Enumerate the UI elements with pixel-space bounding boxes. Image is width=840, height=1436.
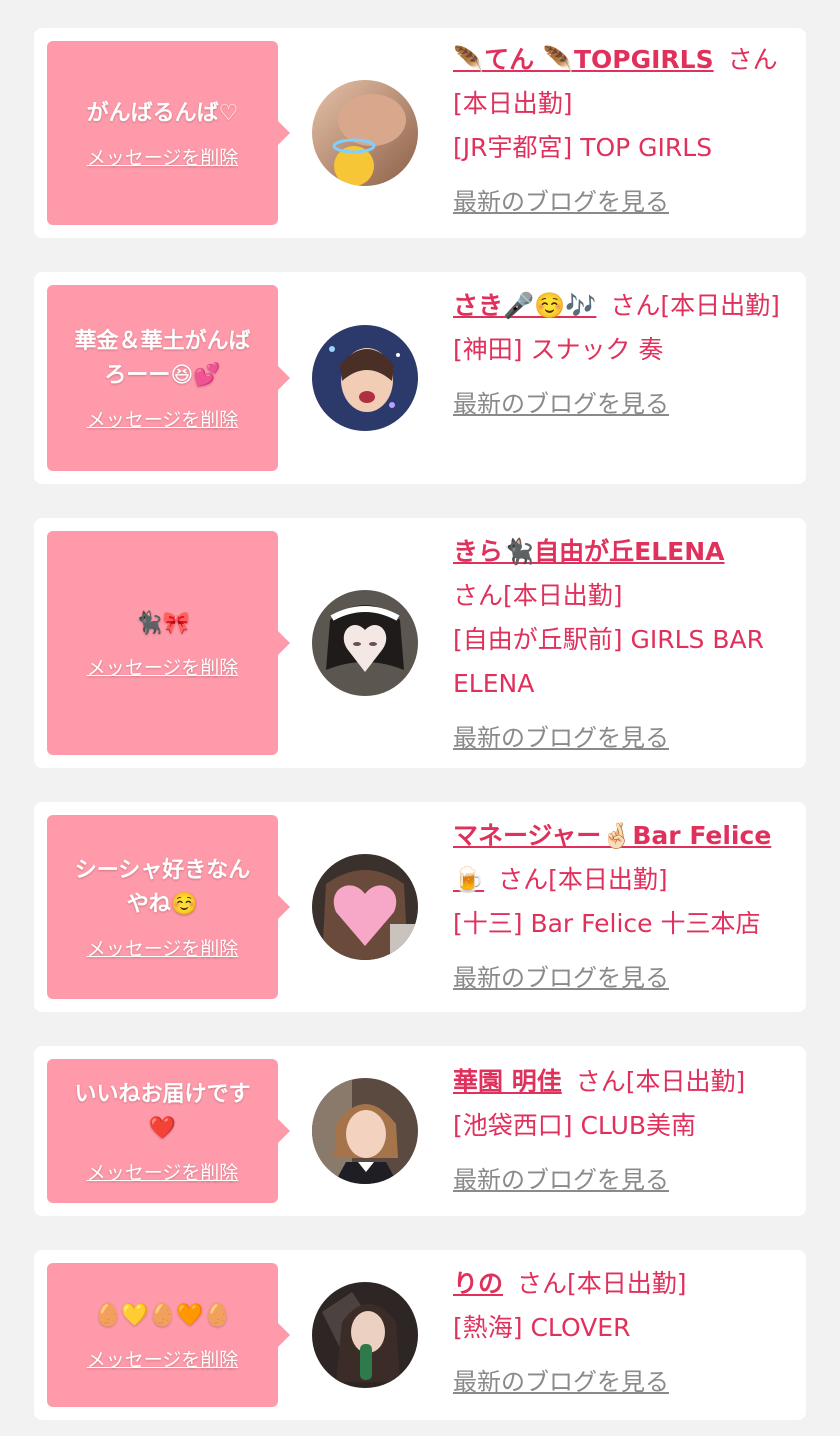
avatar[interactable] bbox=[312, 325, 418, 431]
latest-blog-link[interactable]: 最新のブログを見る bbox=[453, 716, 669, 760]
delete-message-link[interactable]: メッセージを削除 bbox=[87, 143, 239, 170]
cast-name-link[interactable]: きら🐈‍⬛自由が丘ELENA bbox=[453, 537, 725, 566]
cast-name-link[interactable]: さき🎤☺️🎶 bbox=[453, 291, 596, 320]
message-bubble: いいねお届けです ❤️ メッセージを削除 bbox=[47, 1059, 290, 1203]
cast-info: きら🐈‍⬛自由が丘ELENA さん[本日出勤] [自由が丘駅前] GIRLS B… bbox=[453, 530, 798, 760]
message-bubble: 🐈‍⬛🎀 メッセージを削除 bbox=[47, 531, 290, 755]
avatar[interactable] bbox=[312, 80, 418, 186]
cast-status: さん[本日出勤] bbox=[575, 1067, 746, 1096]
message-bubble: シーシャ好きなん やね☺️ メッセージを削除 bbox=[47, 815, 290, 999]
delete-message-link[interactable]: メッセージを削除 bbox=[87, 934, 239, 961]
cast-status: さん[本日出勤] bbox=[517, 1269, 687, 1298]
message-bubble: 🥚💛🥚🧡🥚 メッセージを削除 bbox=[47, 1263, 290, 1407]
message-text: 華金＆華土がんば ろーー😆💕 bbox=[74, 328, 251, 388]
delete-message-link[interactable]: メッセージを削除 bbox=[87, 1345, 239, 1372]
delete-message-link[interactable]: メッセージを削除 bbox=[87, 653, 239, 680]
cast-status: さん[本日出勤] bbox=[498, 865, 668, 894]
latest-blog-link[interactable]: 最新のブログを見る bbox=[453, 180, 669, 224]
message-bubble: がんばるんば♡ メッセージを削除 bbox=[47, 41, 290, 225]
latest-blog-link[interactable]: 最新のブログを見る bbox=[453, 956, 669, 1000]
avatar[interactable] bbox=[312, 1078, 418, 1184]
shop-name: [十三] Bar Felice 十三本店 bbox=[453, 909, 761, 938]
message-card: 🥚💛🥚🧡🥚 メッセージを削除 りの さん[本日出勤] [熱海] CLOVER 最新… bbox=[34, 1250, 806, 1420]
delete-message-link[interactable]: メッセージを削除 bbox=[87, 1158, 239, 1185]
latest-blog-link[interactable]: 最新のブログを見る bbox=[453, 1360, 669, 1404]
message-card: 🐈‍⬛🎀 メッセージを削除 きら🐈‍⬛自由が丘ELENA さん[本日出勤] [自… bbox=[34, 518, 806, 768]
shop-name: [熱海] CLOVER bbox=[453, 1313, 631, 1342]
message-card: 華金＆華土がんば ろーー😆💕 メッセージを削除 さき🎤☺️🎶 さん[本日出勤] [… bbox=[34, 272, 806, 484]
cast-info: 華園 明佳 さん[本日出勤] [池袋西口] CLUB美南 最新のブログを見る bbox=[453, 1060, 798, 1202]
avatar[interactable] bbox=[312, 854, 418, 960]
delete-message-link[interactable]: メッセージを削除 bbox=[87, 405, 239, 432]
cast-info: さき🎤☺️🎶 さん[本日出勤] [神田] スナック 奏 最新のブログを見る bbox=[453, 284, 798, 426]
cast-name-link[interactable]: りの bbox=[453, 1269, 503, 1298]
avatar[interactable] bbox=[312, 1282, 418, 1388]
latest-blog-link[interactable]: 最新のブログを見る bbox=[453, 382, 669, 426]
message-card: がんばるんば♡ メッセージを削除 🪶てん 🪶TOPGIRLS さん[本日出勤] [… bbox=[34, 28, 806, 238]
latest-blog-link[interactable]: 最新のブログを見る bbox=[453, 1158, 669, 1202]
message-text: がんばるんば♡ bbox=[86, 100, 239, 126]
message-text: いいねお届けです ❤️ bbox=[74, 1081, 251, 1141]
cast-name-link[interactable]: 華園 明佳 bbox=[453, 1067, 562, 1096]
message-text: 🥚💛🥚🧡🥚 bbox=[94, 1302, 231, 1328]
message-bubble: 華金＆華土がんば ろーー😆💕 メッセージを削除 bbox=[47, 285, 290, 471]
message-card: いいねお届けです ❤️ メッセージを削除 華園 明佳 さん[本日出勤] [池袋西口… bbox=[34, 1046, 806, 1216]
cast-info: りの さん[本日出勤] [熱海] CLOVER 最新のブログを見る bbox=[453, 1262, 798, 1404]
cast-status: さん[本日出勤] bbox=[453, 581, 623, 610]
cast-name-link[interactable]: 🪶てん 🪶TOPGIRLS bbox=[453, 45, 714, 74]
shop-name: [神田] スナック 奏 bbox=[453, 335, 664, 364]
shop-name: [JR宇都宮] TOP GIRLS bbox=[453, 133, 713, 162]
cast-info: 🪶てん 🪶TOPGIRLS さん[本日出勤] [JR宇都宮] TOP GIRLS … bbox=[453, 38, 798, 224]
avatar[interactable] bbox=[312, 590, 418, 696]
shop-name: [池袋西口] CLUB美南 bbox=[453, 1111, 697, 1140]
message-text: 🐈‍⬛🎀 bbox=[135, 610, 190, 636]
shop-name: [自由が丘駅前] GIRLS BAR ELENA bbox=[453, 625, 764, 698]
cast-info: マネージャー🤞🏻Bar Felice 🍺 さん[本日出勤] [十三] Bar Fe… bbox=[453, 814, 798, 1000]
cast-status: さん[本日出勤] bbox=[610, 291, 780, 320]
message-text: シーシャ好きなん やね☺️ bbox=[74, 857, 251, 917]
message-card: シーシャ好きなん やね☺️ メッセージを削除 マネージャー🤞🏻Bar Felic… bbox=[34, 802, 806, 1012]
